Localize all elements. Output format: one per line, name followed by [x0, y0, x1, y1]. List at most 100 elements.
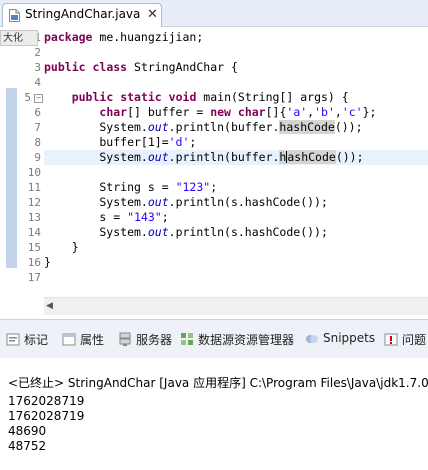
console-output-line: 48752 — [8, 439, 47, 453]
console-view[interactable]: <已终止> StringAndChar [Java 应用程序] C:\Progr… — [0, 358, 428, 470]
code-token: ()); — [334, 120, 363, 134]
keyword-token: static — [120, 90, 162, 104]
console-header: <已终止> StringAndChar [Java 应用程序] C:\Progr… — [8, 376, 428, 390]
code-token: .println(buffer. — [168, 150, 280, 164]
static-field-token: out — [147, 150, 169, 164]
code-line[interactable]: s = "143"; — [44, 210, 428, 225]
code-token: .println(s.hashCode()); — [168, 225, 328, 239]
occurrence-highlight: ashCode — [287, 150, 336, 164]
code-token: ()); — [335, 150, 364, 164]
line-number: 15 — [27, 241, 41, 254]
keyword-token: char — [237, 105, 266, 119]
code-token: System. — [44, 120, 148, 134]
properties-icon — [62, 333, 76, 346]
view-tab-label: 问题 — [402, 333, 427, 347]
line-number: 9 — [34, 151, 41, 164]
code-line[interactable]: package me.huangzijian; — [44, 30, 428, 45]
code-line[interactable] — [44, 165, 428, 180]
code-token: ; — [189, 135, 197, 149]
keyword-token: public — [44, 60, 86, 74]
line-number: 2 — [34, 46, 41, 59]
scroll-left-icon[interactable]: ◀ — [46, 301, 53, 311]
code-token: me.huangzijian; — [92, 30, 204, 44]
code-line[interactable]: buffer[1]='d'; — [44, 135, 428, 150]
view-tab-label: 服务器 — [136, 333, 173, 347]
string-literal: 'a' — [286, 105, 308, 119]
snippets-icon — [306, 335, 318, 343]
code-line[interactable]: } — [44, 240, 428, 255]
static-field-token: out — [147, 225, 169, 239]
line-number: 16 — [27, 256, 41, 269]
fold-collapse-icon[interactable]: − — [34, 94, 43, 103]
view-tab-properties[interactable]: 属性 — [62, 331, 114, 349]
code-token: System. — [44, 225, 148, 239]
code-line[interactable]: System.out.println(buffer.hashCode()); — [44, 150, 428, 165]
servers-icon — [119, 332, 131, 346]
view-tab-data-source-explorer[interactable]: 数据源资源管理器 — [180, 331, 301, 349]
code-token: ; — [161, 210, 169, 224]
view-tab-label: 数据源资源管理器 — [198, 333, 295, 347]
console-output-line: 48690 — [8, 424, 47, 438]
keyword-token: package — [44, 30, 93, 44]
line-number: 10 — [27, 166, 41, 179]
code-line[interactable]: public static void main(String[] args) { — [44, 90, 428, 105]
markers-icon — [6, 333, 20, 346]
code-line[interactable]: public class StringAndChar { — [44, 60, 428, 75]
occurrence-highlight: h — [279, 150, 287, 164]
static-field-token: out — [147, 195, 169, 209]
view-tab-bar: 标记 属性 服务器 数据源资源管理器 Snippets 问题 — [0, 319, 428, 359]
problems-icon — [384, 333, 398, 346]
java-file-icon — [9, 9, 20, 22]
keyword-token: char — [99, 105, 128, 119]
code-token: } — [44, 240, 79, 254]
view-tab-label: Snippets — [323, 331, 376, 345]
code-content[interactable]: package me.huangzijian; public class Stri… — [44, 27, 428, 295]
code-token: } — [44, 255, 51, 269]
code-line[interactable]: System.out.println(buffer.hashCode()); — [44, 120, 428, 135]
ime-popup: 大化 — [0, 30, 38, 46]
code-line[interactable]: System.out.println(s.hashCode()); — [44, 195, 428, 210]
line-number: 13 — [27, 211, 41, 224]
code-line[interactable] — [44, 75, 428, 90]
view-tab-snippets[interactable]: Snippets — [305, 331, 380, 349]
line-number: 5 — [24, 91, 31, 104]
view-tab-label: 标记 — [24, 333, 49, 347]
editor-tab-stringandchar[interactable]: StringAndChar.java ✕ — [2, 3, 162, 27]
line-number: 4 — [34, 76, 41, 89]
view-tab-label: 属性 — [80, 333, 105, 347]
string-literal: 'b' — [314, 105, 335, 119]
static-field-token: out — [147, 120, 169, 134]
code-token: s = — [44, 210, 128, 224]
code-token: []{ — [265, 105, 287, 119]
keyword-token: public — [71, 90, 114, 104]
string-literal: 'c' — [341, 105, 363, 119]
code-line[interactable]: String s = "123"; — [44, 180, 428, 195]
line-number: 7 — [34, 121, 41, 134]
code-line[interactable] — [44, 270, 428, 285]
line-number: 3 — [34, 61, 41, 74]
line-number-gutter: 12345−67891011121314151617 — [17, 27, 43, 317]
code-line[interactable]: } — [44, 255, 428, 270]
line-number: 6 — [34, 106, 41, 119]
editor-tab-bar: StringAndChar.java ✕ — [0, 0, 428, 27]
code-line[interactable]: char[] buffer = new char[]{'a','b','c'}; — [44, 105, 428, 120]
horizontal-scrollbar[interactable]: ◀ — [44, 297, 428, 315]
console-output-line: 1762028719 — [8, 409, 85, 423]
code-line[interactable] — [44, 45, 428, 60]
line-number: 8 — [34, 136, 41, 149]
close-icon[interactable]: ✕ — [147, 8, 158, 22]
code-token: ; — [210, 180, 218, 194]
view-tab-markers[interactable]: 标记 — [6, 331, 58, 349]
code-line[interactable]: System.out.println(s.hashCode()); — [44, 225, 428, 240]
code-token: System. — [44, 150, 148, 164]
string-literal: 'd' — [168, 135, 190, 149]
code-token: .println(s.hashCode()); — [168, 195, 328, 209]
view-tab-servers[interactable]: 服务器 — [118, 331, 176, 349]
view-tab-problems[interactable]: 问题 — [384, 331, 428, 349]
string-literal: "143" — [127, 210, 162, 224]
code-token: , — [334, 105, 342, 119]
code-token: buffer[1]= — [44, 135, 169, 149]
